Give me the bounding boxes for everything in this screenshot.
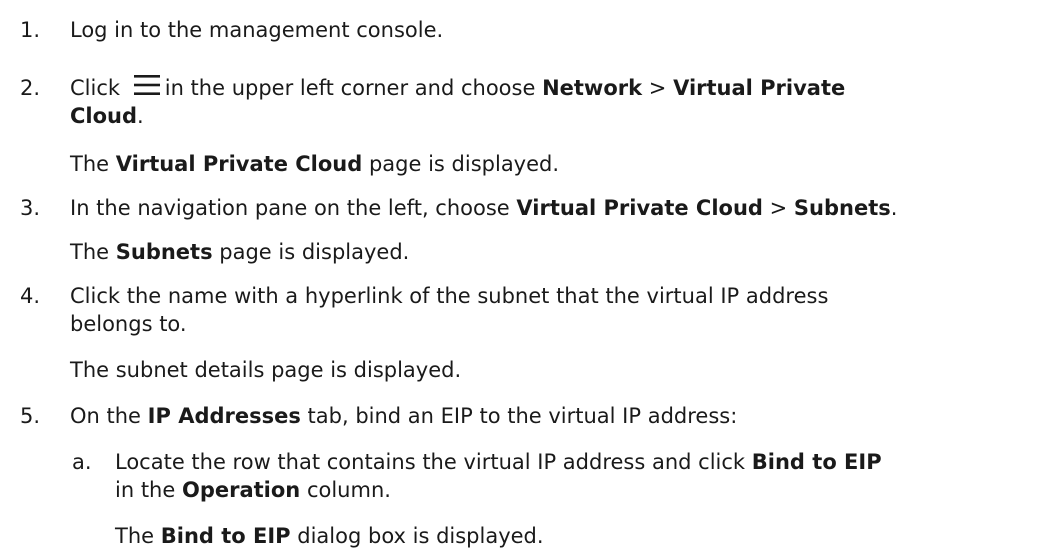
- step-4-line-2: belongs to.: [70, 312, 187, 336]
- step-4-number: 4.: [20, 284, 41, 308]
- step-2-number: 2.: [20, 76, 41, 100]
- step-3-line-1: In the navigation pane on the left, choo…: [70, 194, 897, 222]
- step-2-pre: Click: [70, 76, 121, 100]
- step-2-line-1: Click in the upper left corner and choos…: [70, 74, 845, 102]
- step-3-vpc: Virtual Private Cloud: [516, 196, 763, 220]
- step-2-result-bold: Virtual Private Cloud: [115, 152, 363, 176]
- substep-a-bind-eip: Bind to EIP: [751, 450, 882, 474]
- substep-a-letter: a.: [72, 450, 92, 474]
- substep-a-result: The Bind to EIP dialog box is displayed.: [115, 522, 544, 550]
- substep-a-operation: Operation: [181, 478, 301, 502]
- substep-a-line-2: in the Operation column.: [115, 476, 391, 504]
- step-2-result-prefix: The: [70, 152, 110, 176]
- step-1-text: Log in to the management console.: [70, 18, 444, 42]
- substep-a-result-rest: dialog box is displayed.: [297, 524, 544, 548]
- step-3-number: 3.: [20, 196, 41, 220]
- step-5-ip-addresses: IP Addresses: [147, 404, 301, 428]
- step-3-result-rest: page is displayed.: [219, 240, 410, 264]
- step-2-sep: >: [648, 76, 667, 100]
- step-2-result-rest: page is displayed.: [368, 152, 560, 176]
- step-2-result: The Virtual Private Cloud page is displa…: [70, 150, 559, 178]
- step-5-line-1: On the IP Addresses tab, bind an EIP to …: [70, 402, 737, 430]
- step-3-result-prefix: The: [70, 240, 110, 264]
- step-3-end: .: [890, 196, 898, 220]
- menu-icon: [133, 74, 161, 96]
- step-5-pre: On the: [70, 404, 141, 428]
- step-4-result: The subnet details page is displayed.: [70, 358, 462, 382]
- step-3-pre: In the navigation pane on the left, choo…: [70, 196, 510, 220]
- step-2-vpc: Virtual Private: [673, 76, 846, 100]
- step-2-vpc-cont: Cloud: [70, 104, 138, 128]
- substep-a-line2-rest: column.: [306, 478, 391, 502]
- document-body: 1. Log in to the management console. 2. …: [0, 0, 1057, 556]
- step-2-end: .: [137, 104, 144, 128]
- substep-a-result-bold: Bind to EIP: [160, 524, 291, 548]
- step-3-sep: >: [769, 196, 788, 220]
- step-1-number: 1.: [20, 18, 41, 42]
- step-3-result-bold: Subnets: [115, 240, 213, 264]
- step-2-mid: in the upper left corner and choose: [164, 76, 536, 100]
- step-5-rest: tab, bind an EIP to the virtual IP addre…: [307, 404, 738, 428]
- substep-a-result-pre: The: [115, 524, 155, 548]
- substep-a-line-1: Locate the row that contains the virtual…: [115, 448, 882, 476]
- step-2-line-2: Cloud.: [70, 102, 144, 130]
- substep-a-pre: Locate the row that contains the virtual…: [115, 450, 746, 474]
- step-3-result: The Subnets page is displayed.: [70, 238, 409, 266]
- step-4-line-1: Click the name with a hyperlink of the s…: [70, 284, 829, 308]
- substep-a-line2-pre: in the: [115, 478, 176, 502]
- step-5-number: 5.: [20, 404, 41, 428]
- step-2-network: Network: [542, 76, 643, 100]
- step-3-subnets: Subnets: [793, 196, 891, 220]
